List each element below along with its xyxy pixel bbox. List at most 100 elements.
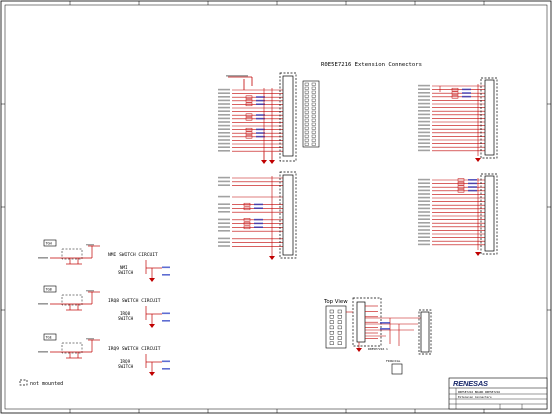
- net-name-mark: [418, 95, 430, 98]
- net-name-mark: [218, 218, 230, 221]
- net-name-mark: [418, 204, 430, 206]
- net-label-mark: [462, 92, 471, 94]
- net-label-mark: [256, 114, 265, 116]
- net-name-mark: [218, 114, 230, 116]
- net-name-mark: [418, 120, 430, 123]
- net-name-mark: [418, 106, 430, 108]
- net-label-mark: [468, 182, 477, 185]
- net-name-mark: [218, 241, 230, 243]
- switch-side-label-2: SWITCH: [118, 364, 134, 369]
- switch-circuit-title: NMI SWITCH CIRCUIT: [108, 252, 158, 258]
- net-name-mark: [218, 106, 230, 109]
- connector-1-pin-grid: [304, 82, 316, 146]
- net-name-mark: [218, 195, 230, 198]
- legend-not-mounted-text: not mounted: [30, 381, 63, 387]
- net-label-mark: [462, 88, 471, 91]
- net-name-mark: [418, 189, 430, 192]
- net-name-mark: [418, 211, 430, 213]
- net-name-mark: [418, 113, 430, 116]
- legend-not-mounted: not mounted: [19, 379, 63, 387]
- connector-2-nets: [418, 84, 488, 162]
- switch-circuit-title: IRQ9 SWITCH CIRCUIT: [108, 346, 161, 352]
- net-name-mark: [218, 117, 230, 120]
- title-block-row-2: Extension Connectors: [458, 395, 492, 399]
- net-name-mark: [218, 230, 230, 232]
- net-name-mark: [218, 128, 230, 130]
- net-name-mark: [218, 226, 230, 228]
- net-name-mark: [418, 193, 430, 195]
- net-name-mark: [218, 237, 230, 240]
- net-name-mark: [218, 135, 230, 138]
- net-name-mark: [418, 146, 430, 148]
- net-name-mark: [418, 214, 430, 217]
- net-name-mark: [418, 99, 430, 101]
- title-block-row-1: R0E5E7216 BOARD R0E5E7216: [458, 390, 500, 394]
- switch-tag: TGH: [46, 242, 52, 246]
- switch-tag: TGB: [46, 288, 52, 292]
- net-name-mark: [418, 182, 430, 184]
- top-view-header: Top View FIDUCIAL R0E5E7216 1: [323, 297, 432, 375]
- net-name-mark: [418, 240, 430, 242]
- net-name-mark: [418, 124, 430, 126]
- net-name-mark: [218, 180, 230, 183]
- net-label-mark: [254, 226, 263, 228]
- switch-circuit-1: TGHNMI SWITCH CIRCUITNMISWITCH: [38, 239, 170, 282]
- net-name-mark: [418, 236, 430, 238]
- net-name-mark: [218, 99, 230, 102]
- net-label-mark: [256, 135, 265, 138]
- net-name-mark: [218, 211, 230, 213]
- net-name-mark: [218, 92, 230, 94]
- net-name-mark: [218, 203, 230, 205]
- net-name-mark: [418, 222, 430, 224]
- net-name-mark: [418, 196, 430, 199]
- net-label-mark: [256, 96, 265, 98]
- net-name-mark: [418, 84, 430, 87]
- connector-block-top-left: [218, 72, 320, 164]
- net-name-mark: [418, 135, 430, 137]
- sheet-title: R0E5E7216 Extension Connectors: [321, 62, 422, 68]
- sheet-border: [0, 0, 552, 414]
- border-ticks: [1, 1, 551, 413]
- net-label-mark: [256, 103, 265, 105]
- top-view-pins: [329, 309, 342, 345]
- net-name-mark: [418, 225, 430, 228]
- connector-3-nets: [218, 176, 286, 260]
- switch-circuits: TGHNMI SWITCH CIRCUITNMISWITCHTGBIRQ8 SW…: [38, 239, 170, 376]
- net-name-mark: [218, 207, 230, 209]
- switch-dash-box: [61, 294, 83, 306]
- net-name-mark: [218, 146, 230, 148]
- net-name-mark: [418, 232, 430, 235]
- net-name-mark: [418, 149, 430, 152]
- net-label-mark: [254, 203, 263, 206]
- net-label-mark: [468, 186, 477, 188]
- sheet-inner-border: [4, 4, 548, 410]
- net-name-mark: [418, 186, 430, 188]
- net-label-mark: [462, 95, 471, 98]
- net-name-mark: [218, 110, 230, 112]
- net-name-mark: [218, 121, 230, 123]
- net-name-mark: [218, 142, 230, 145]
- net-name-mark: [418, 131, 430, 134]
- net-name-mark: [418, 229, 430, 231]
- svg-text:R0E5E7216 1: R0E5E7216 1: [368, 347, 388, 351]
- net-label-mark: [256, 128, 265, 131]
- net-label-mark: [254, 218, 263, 221]
- net-name-mark: [418, 138, 430, 141]
- net-label-mark: [254, 207, 263, 209]
- net-name-mark: [418, 88, 430, 90]
- net-name-mark: [418, 142, 430, 144]
- net-name-mark: [218, 150, 230, 152]
- schematic-sheet: R0E5E7216 Extension Connectors Top View …: [0, 0, 552, 414]
- connector-block-mid-right: [418, 173, 498, 256]
- net-name-mark: [418, 110, 430, 112]
- net-name-mark: [218, 103, 230, 105]
- net-name-mark: [418, 178, 430, 181]
- net-name-mark: [218, 139, 230, 141]
- switch-circuit-3: TGEIRQ9 SWITCH CIRCUITIRQ9SWITCH: [38, 333, 170, 376]
- connector-1-nets: [218, 75, 286, 152]
- net-name-mark: [218, 176, 230, 179]
- switch-side-label-2: SWITCH: [118, 270, 134, 275]
- net-name-mark: [418, 207, 430, 210]
- net-label-mark: [468, 179, 477, 181]
- net-name-mark: [218, 222, 230, 224]
